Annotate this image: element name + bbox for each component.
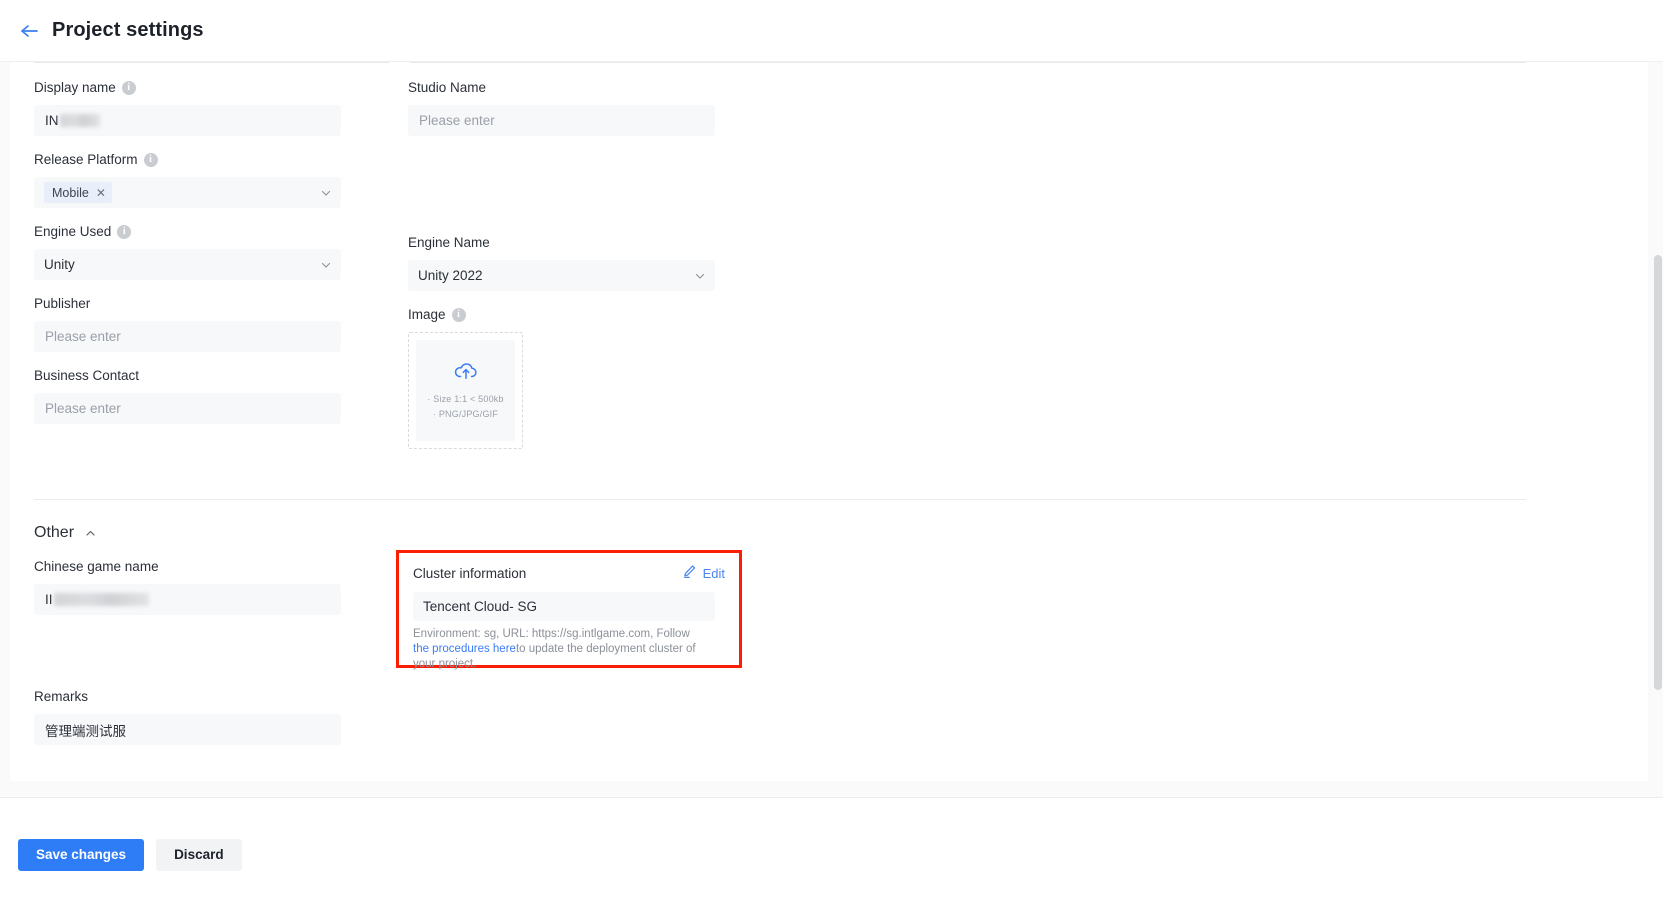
field-image: Image i · Size 1:1 < 500kb · PNG/JPG/GIF xyxy=(408,307,748,449)
field-label: Display name i xyxy=(34,80,374,96)
chevron-up-icon[interactable] xyxy=(84,527,97,540)
field-publisher: Publisher Please enter xyxy=(34,296,374,352)
remarks-input[interactable]: 管理端测试服 xyxy=(34,714,341,745)
edit-label: Edit xyxy=(702,565,725,581)
section-divider xyxy=(34,499,1526,500)
cluster-header: Cluster information Edit xyxy=(413,564,725,582)
left-rail xyxy=(0,124,10,859)
image-upload-dropzone[interactable]: · Size 1:1 < 500kb · PNG/JPG/GIF xyxy=(408,332,523,449)
cluster-value-field[interactable]: Tencent Cloud- SG xyxy=(413,592,715,621)
cluster-information-panel: Cluster information Edit Tencent Cloud- … xyxy=(396,550,742,670)
settings-body: Display name i IN Release Platform i Mob… xyxy=(0,62,1663,859)
page-header: Project settings xyxy=(0,0,1663,62)
business-contact-input[interactable]: Please enter xyxy=(34,393,341,424)
input-placeholder: Please enter xyxy=(45,329,121,344)
cluster-inner: Cluster information Edit Tencent Cloud- … xyxy=(399,553,739,672)
label-text: Publisher xyxy=(34,296,91,311)
other-section-header[interactable]: Other xyxy=(34,524,97,542)
field-engine-used: Engine Used i Unity xyxy=(34,224,374,280)
info-icon[interactable]: i xyxy=(143,153,158,167)
cloud-upload-icon xyxy=(453,361,479,386)
save-changes-button[interactable]: Save changes xyxy=(18,838,145,871)
field-engine-name: Engine Name Unity 2022 xyxy=(408,235,748,291)
discard-button[interactable]: Discard xyxy=(156,838,242,871)
label-text: Studio Name xyxy=(408,80,487,95)
redaction-mask xyxy=(53,593,149,606)
close-icon[interactable]: ✕ xyxy=(96,187,106,199)
chinese-game-name-input[interactable]: II xyxy=(34,584,341,615)
field-display-name: Display name i IN xyxy=(34,80,374,136)
label-text: Engine Used xyxy=(34,224,112,239)
upload-inner: · Size 1:1 < 500kb · PNG/JPG/GIF xyxy=(416,340,515,441)
label-text: Remarks xyxy=(34,689,89,704)
field-label: Publisher xyxy=(34,296,374,312)
label-text: Chinese game name xyxy=(34,559,159,574)
field-label: Release Platform i xyxy=(34,152,374,168)
info-icon[interactable]: i xyxy=(117,225,132,239)
input-value: II xyxy=(45,592,53,607)
field-label: Business Contact xyxy=(34,368,374,384)
select-value: Unity 2022 xyxy=(418,268,483,283)
back-button[interactable] xyxy=(14,16,44,46)
label-text: Business Contact xyxy=(34,368,140,383)
cluster-value-text: Tencent Cloud- SG xyxy=(423,599,538,614)
form-column-right: Studio Name Please enter Engine Name Uni… xyxy=(408,80,748,449)
arrow-left-icon xyxy=(19,23,39,39)
info-icon[interactable]: i xyxy=(451,308,466,322)
engine-used-select[interactable]: Unity xyxy=(34,249,341,280)
info-icon[interactable]: i xyxy=(121,81,136,95)
field-release-platform: Release Platform i Mobile ✕ xyxy=(34,152,374,208)
release-platform-select[interactable]: Mobile ✕ xyxy=(34,177,341,208)
form-column-left: Display name i IN Release Platform i Mob… xyxy=(34,80,374,424)
field-label: Engine Used i xyxy=(34,224,374,240)
settings-card: Display name i IN Release Platform i Mob… xyxy=(10,62,1648,781)
chevron-down-icon xyxy=(694,270,706,282)
cluster-procedures-link[interactable]: the procedures here xyxy=(413,643,516,655)
field-studio-name: Studio Name Please enter xyxy=(408,80,748,136)
label-text: Image xyxy=(408,307,446,322)
input-placeholder: Please enter xyxy=(45,401,121,416)
display-name-input[interactable]: IN xyxy=(34,105,341,136)
field-label: Chinese game name xyxy=(34,559,341,575)
cluster-information-label: Cluster information xyxy=(413,565,527,581)
studio-name-input[interactable]: Please enter xyxy=(408,105,715,136)
field-label: Engine Name xyxy=(408,235,748,251)
field-label: Remarks xyxy=(34,689,341,705)
top-divider xyxy=(34,62,1526,63)
field-remarks: Remarks 管理端测试服 xyxy=(34,689,341,745)
cluster-edit-button[interactable]: Edit xyxy=(682,564,725,582)
field-label: Image i xyxy=(408,307,748,323)
cluster-description-prefix: Environment: sg, URL: https://sg.intlgam… xyxy=(413,628,690,640)
page-footer: Save changes Discard xyxy=(0,797,1663,911)
page-title: Project settings xyxy=(52,19,204,41)
label-text: Release Platform xyxy=(34,152,138,167)
upload-hint-formats: · PNG/JPG/GIF xyxy=(432,408,499,419)
input-placeholder: Please enter xyxy=(419,113,495,128)
redaction-mask xyxy=(59,114,100,127)
publisher-input[interactable]: Please enter xyxy=(34,321,341,352)
cluster-description: Environment: sg, URL: https://sg.intlgam… xyxy=(413,627,705,672)
field-label: Studio Name xyxy=(408,80,748,96)
label-text: Engine Name xyxy=(408,235,490,250)
upload-hint-size: · Size 1:1 < 500kb xyxy=(427,393,504,404)
chevron-down-icon xyxy=(320,259,332,271)
pencil-icon xyxy=(682,564,697,582)
vertical-scrollbar-thumb[interactable] xyxy=(1654,255,1662,690)
input-value: 管理端测试服 xyxy=(45,723,126,739)
chevron-down-icon xyxy=(320,187,332,199)
engine-name-select[interactable]: Unity 2022 xyxy=(408,260,715,291)
label-text: Display name xyxy=(34,80,116,95)
platform-tag: Mobile ✕ xyxy=(44,182,112,203)
select-value: Unity xyxy=(44,257,75,272)
tag-label: Mobile xyxy=(52,185,89,200)
input-value: IN xyxy=(45,113,59,128)
project-settings-page: Project settings Display name i IN Relea… xyxy=(0,0,1663,911)
field-chinese-game-name: Chinese game name II xyxy=(34,559,341,615)
field-business-contact: Business Contact Please enter xyxy=(34,368,374,424)
other-section-title: Other xyxy=(34,524,75,541)
divider-gap xyxy=(389,62,410,64)
